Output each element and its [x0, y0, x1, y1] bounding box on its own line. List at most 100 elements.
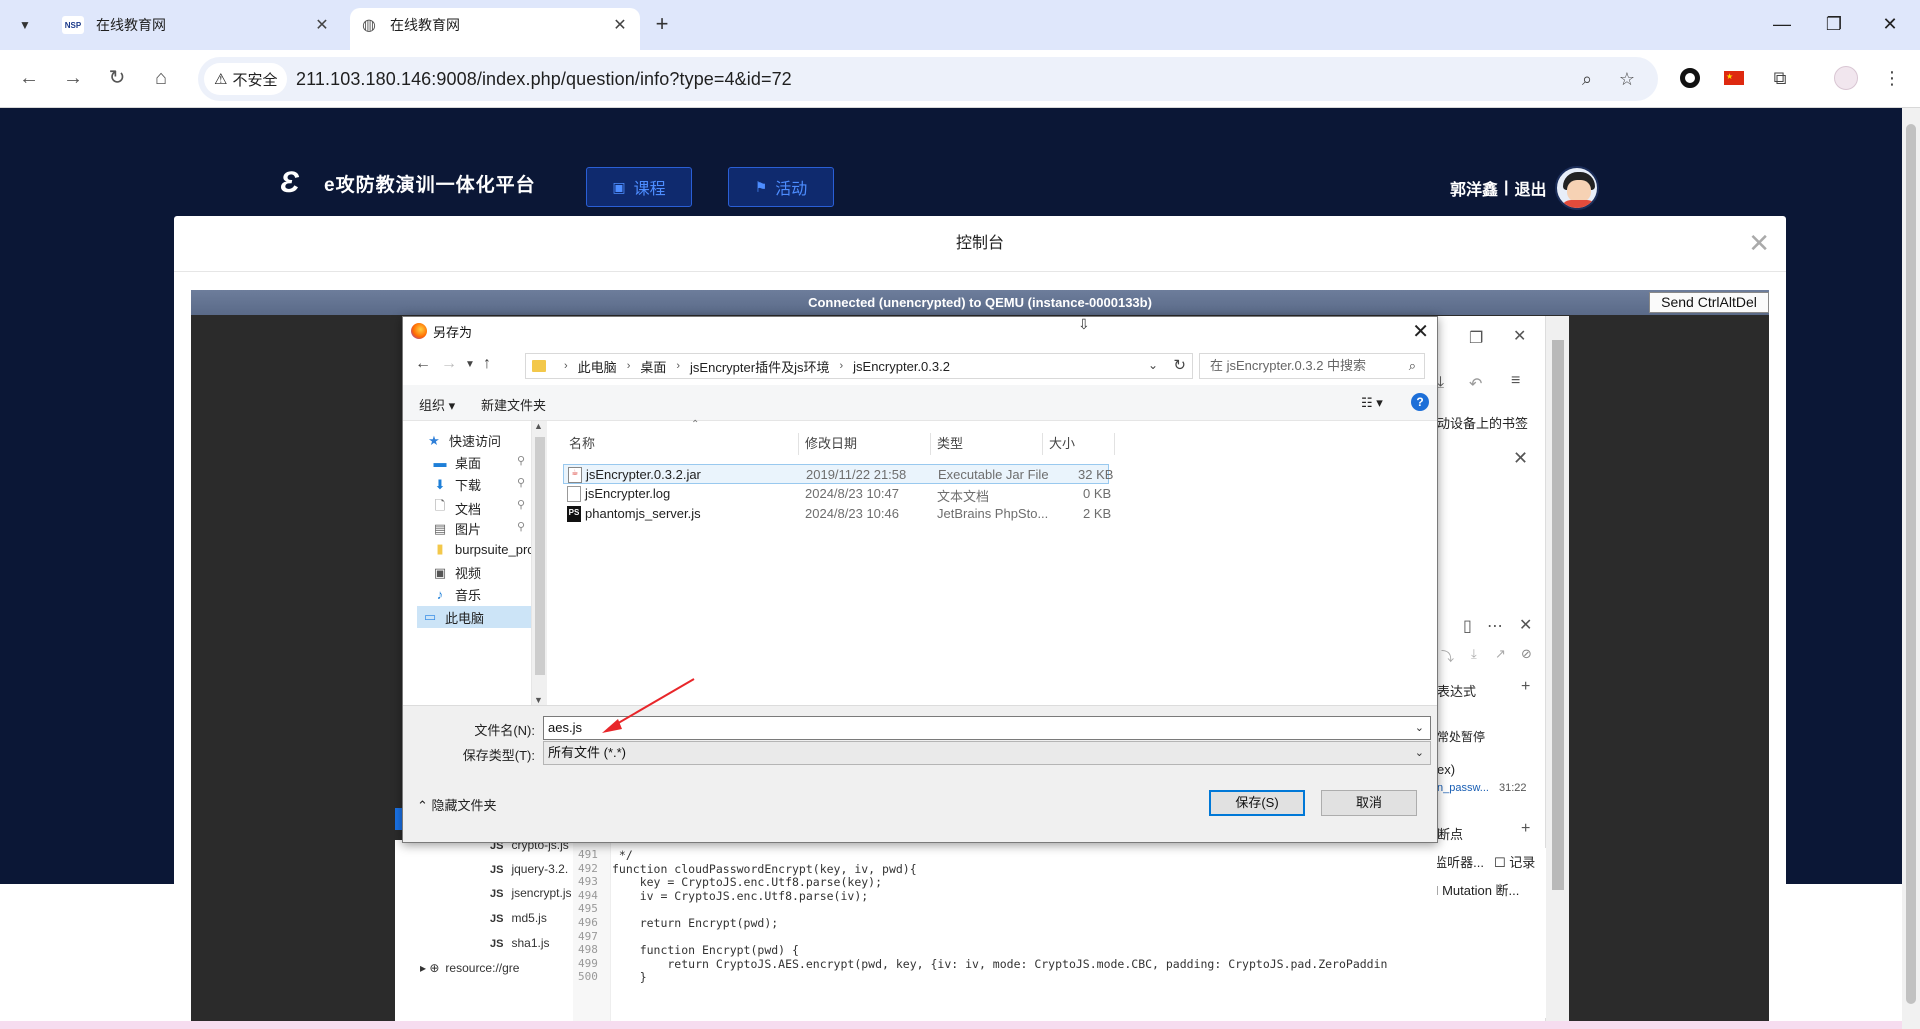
- close-icon[interactable]: ✕: [1513, 448, 1528, 469]
- column-header-type[interactable]: 类型: [931, 433, 1043, 455]
- undo-icon[interactable]: ↶: [1469, 374, 1482, 394]
- close-icon[interactable]: ✕: [1519, 615, 1532, 635]
- refresh-icon[interactable]: ↻: [1173, 356, 1186, 374]
- save-button[interactable]: 保存(S): [1209, 790, 1305, 816]
- home-button[interactable]: ⌂: [146, 64, 176, 94]
- scroll-down-icon[interactable]: ▼: [534, 695, 543, 705]
- deactivate-breakpoints-icon[interactable]: ⊘: [1521, 646, 1532, 662]
- tree-file-md5[interactable]: JS md5.js: [490, 911, 547, 925]
- nav-this-pc[interactable]: ▭ 此电脑: [417, 606, 531, 628]
- new-tab-button[interactable]: +: [648, 11, 676, 39]
- modal-close-icon[interactable]: ✕: [1748, 230, 1770, 256]
- column-header-size[interactable]: 大小: [1043, 433, 1115, 455]
- url-text[interactable]: 211.103.180.146:9008/index.php/question/…: [296, 57, 792, 101]
- file-row[interactable]: ☕ jsEncrypter.0.3.2.jar 2019/11/22 21:58…: [563, 464, 1113, 484]
- avatar[interactable]: [1554, 166, 1599, 210]
- username[interactable]: 郭洋鑫: [1450, 176, 1498, 200]
- column-header-date[interactable]: 修改日期: [799, 433, 931, 455]
- extension-circle-icon[interactable]: [1676, 64, 1704, 92]
- tree-file-jsencrypt[interactable]: JS jsencrypt.js: [490, 886, 572, 900]
- code-line[interactable]: }: [612, 970, 647, 984]
- step-icon[interactable]: ⤵: [1441, 646, 1454, 665]
- breadcrumb[interactable]: › 此电脑 › 桌面 › jsEncrypter插件及js环境 › jsEncr…: [525, 353, 1193, 379]
- code-line[interactable]: key = CryptoJS.enc.Utf8.parse(key);: [612, 875, 882, 889]
- zoom-icon[interactable]: ⌕: [1572, 64, 1602, 94]
- chevron-down-icon[interactable]: ⌄: [1415, 742, 1424, 764]
- remote-scrollbar-thumb[interactable]: [1552, 340, 1564, 890]
- code-line[interactable]: return Encrypt(pwd);: [612, 916, 778, 930]
- navigation-scrollbar[interactable]: ▲ ▼: [531, 421, 547, 705]
- recent-locations-icon[interactable]: ▼: [465, 359, 475, 370]
- tab-2-active[interactable]: ◍ 在线教育网 ✕: [350, 8, 640, 50]
- up-arrow-icon[interactable]: ↑: [483, 355, 491, 373]
- view-options-icon[interactable]: ☷ ▾: [1361, 395, 1383, 411]
- breadcrumb-item[interactable]: 桌面: [640, 357, 666, 376]
- forward-button[interactable]: →: [58, 64, 88, 94]
- close-icon[interactable]: ✕: [1513, 326, 1526, 346]
- file-row[interactable]: jsEncrypter.log 2024/8/23 10:47 文本文档 0 K…: [563, 484, 1111, 504]
- minimize-button[interactable]: —: [1754, 0, 1810, 48]
- code-line[interactable]: iv = CryptoJS.enc.Utf8.parse(iv);: [612, 889, 869, 903]
- record-checkbox[interactable]: ☐ 记录: [1494, 852, 1535, 871]
- new-folder-button[interactable]: 新建文件夹: [481, 395, 546, 414]
- remote-scrollbar[interactable]: [1545, 316, 1569, 1022]
- step-into-icon[interactable]: ⤓: [1471, 646, 1477, 662]
- logout-link[interactable]: 退出: [1515, 176, 1547, 200]
- plus-icon[interactable]: +: [1521, 820, 1530, 838]
- nav-burpsuite-folder[interactable]: ▮ burpsuite_pro_: [431, 541, 541, 557]
- bookmark-star-icon[interactable]: ☆: [1612, 64, 1642, 94]
- breadcrumb-item[interactable]: jsEncrypter.0.3.2: [853, 359, 950, 374]
- send-ctrl-alt-del-button[interactable]: Send CtrlAltDel: [1649, 292, 1769, 313]
- hide-folders-toggle[interactable]: ⌃ 隐藏文件夹: [417, 795, 497, 814]
- tab-search-button[interactable]: ▼: [10, 10, 40, 40]
- organize-button[interactable]: 组织 ▾: [419, 395, 455, 414]
- column-header-name[interactable]: 名称 ⌃: [563, 419, 799, 455]
- scroll-up-icon[interactable]: ▲: [534, 421, 543, 431]
- site-logo[interactable]: Ɛ e攻防教演训一体化平台: [280, 168, 536, 198]
- chevron-down-icon[interactable]: ⌄: [1415, 717, 1424, 739]
- filetype-select[interactable]: 所有文件 (*.*) ⌄: [543, 741, 1431, 765]
- nav-documents[interactable]: 🗋 文档: [431, 497, 481, 519]
- address-bar[interactable]: ⚠ 不安全 211.103.180.146:9008/index.php/que…: [198, 57, 1658, 101]
- breadcrumb-item[interactable]: jsEncrypter插件及js环境: [690, 357, 829, 376]
- nav-courses-button[interactable]: ▣ 课程: [586, 167, 692, 207]
- nav-activities-button[interactable]: ⚑ 活动: [728, 167, 834, 207]
- nav-quick-access[interactable]: ★ 快速访问: [425, 431, 501, 450]
- close-tab-icon[interactable]: ✕: [312, 15, 332, 35]
- nav-videos[interactable]: ▣ 视频: [431, 563, 481, 582]
- browser-menu-icon[interactable]: ⋮: [1878, 64, 1906, 92]
- code-line[interactable]: function cloudPasswordEncrypt(key, iv, p…: [612, 862, 917, 876]
- nav-downloads[interactable]: ⬇ 下载: [431, 475, 481, 494]
- tree-folder-resource[interactable]: ▸ ⊕ resource://gre: [420, 961, 519, 975]
- dialog-close-icon[interactable]: ✕: [1412, 319, 1429, 344]
- navigation-scrollbar-thumb[interactable]: [535, 437, 545, 675]
- back-arrow-icon[interactable]: ←: [415, 355, 431, 373]
- cancel-button[interactable]: 取消: [1321, 790, 1417, 816]
- china-flag-icon[interactable]: ★: [1720, 64, 1748, 92]
- tab-1[interactable]: NSP 在线教育网 ✕: [52, 8, 342, 42]
- page-scrollbar[interactable]: [1902, 108, 1920, 1029]
- reload-button[interactable]: ↻: [102, 64, 132, 94]
- step-out-icon[interactable]: ↗: [1495, 646, 1506, 662]
- plus-icon[interactable]: +: [1521, 678, 1530, 696]
- security-chip[interactable]: ⚠ 不安全: [204, 63, 288, 95]
- dock-icon[interactable]: ▯: [1463, 616, 1472, 636]
- extensions-puzzle-icon[interactable]: ⧉: [1766, 64, 1794, 92]
- search-input[interactable]: 在 jsEncrypter.0.3.2 中搜索 ⌕: [1199, 353, 1425, 379]
- close-tab-icon[interactable]: ✕: [610, 15, 630, 35]
- nav-music[interactable]: ♪ 音乐: [431, 585, 481, 604]
- tree-file-jquery[interactable]: JS jquery-3.2.: [490, 862, 568, 876]
- nav-desktop[interactable]: ▬ 桌面: [431, 453, 482, 472]
- file-row[interactable]: PS phantomjs_server.js 2024/8/23 10:46 J…: [563, 504, 1111, 524]
- back-button[interactable]: ←: [14, 64, 44, 94]
- download-arrow-icon[interactable]: ⤓: [1437, 374, 1444, 392]
- nav-pictures[interactable]: ▤ 图片: [431, 519, 481, 538]
- more-icon[interactable]: ⋯: [1487, 616, 1503, 636]
- forward-arrow-icon[interactable]: →: [441, 355, 457, 373]
- profile-avatar-icon[interactable]: [1832, 64, 1860, 92]
- watch-item[interactable]: n_passw...: [1437, 782, 1489, 794]
- code-line[interactable]: function Encrypt(pwd) {: [612, 943, 799, 957]
- code-line[interactable]: */: [612, 848, 633, 862]
- page-scrollbar-thumb[interactable]: [1906, 124, 1916, 1004]
- menu-icon[interactable]: ≡: [1511, 372, 1520, 390]
